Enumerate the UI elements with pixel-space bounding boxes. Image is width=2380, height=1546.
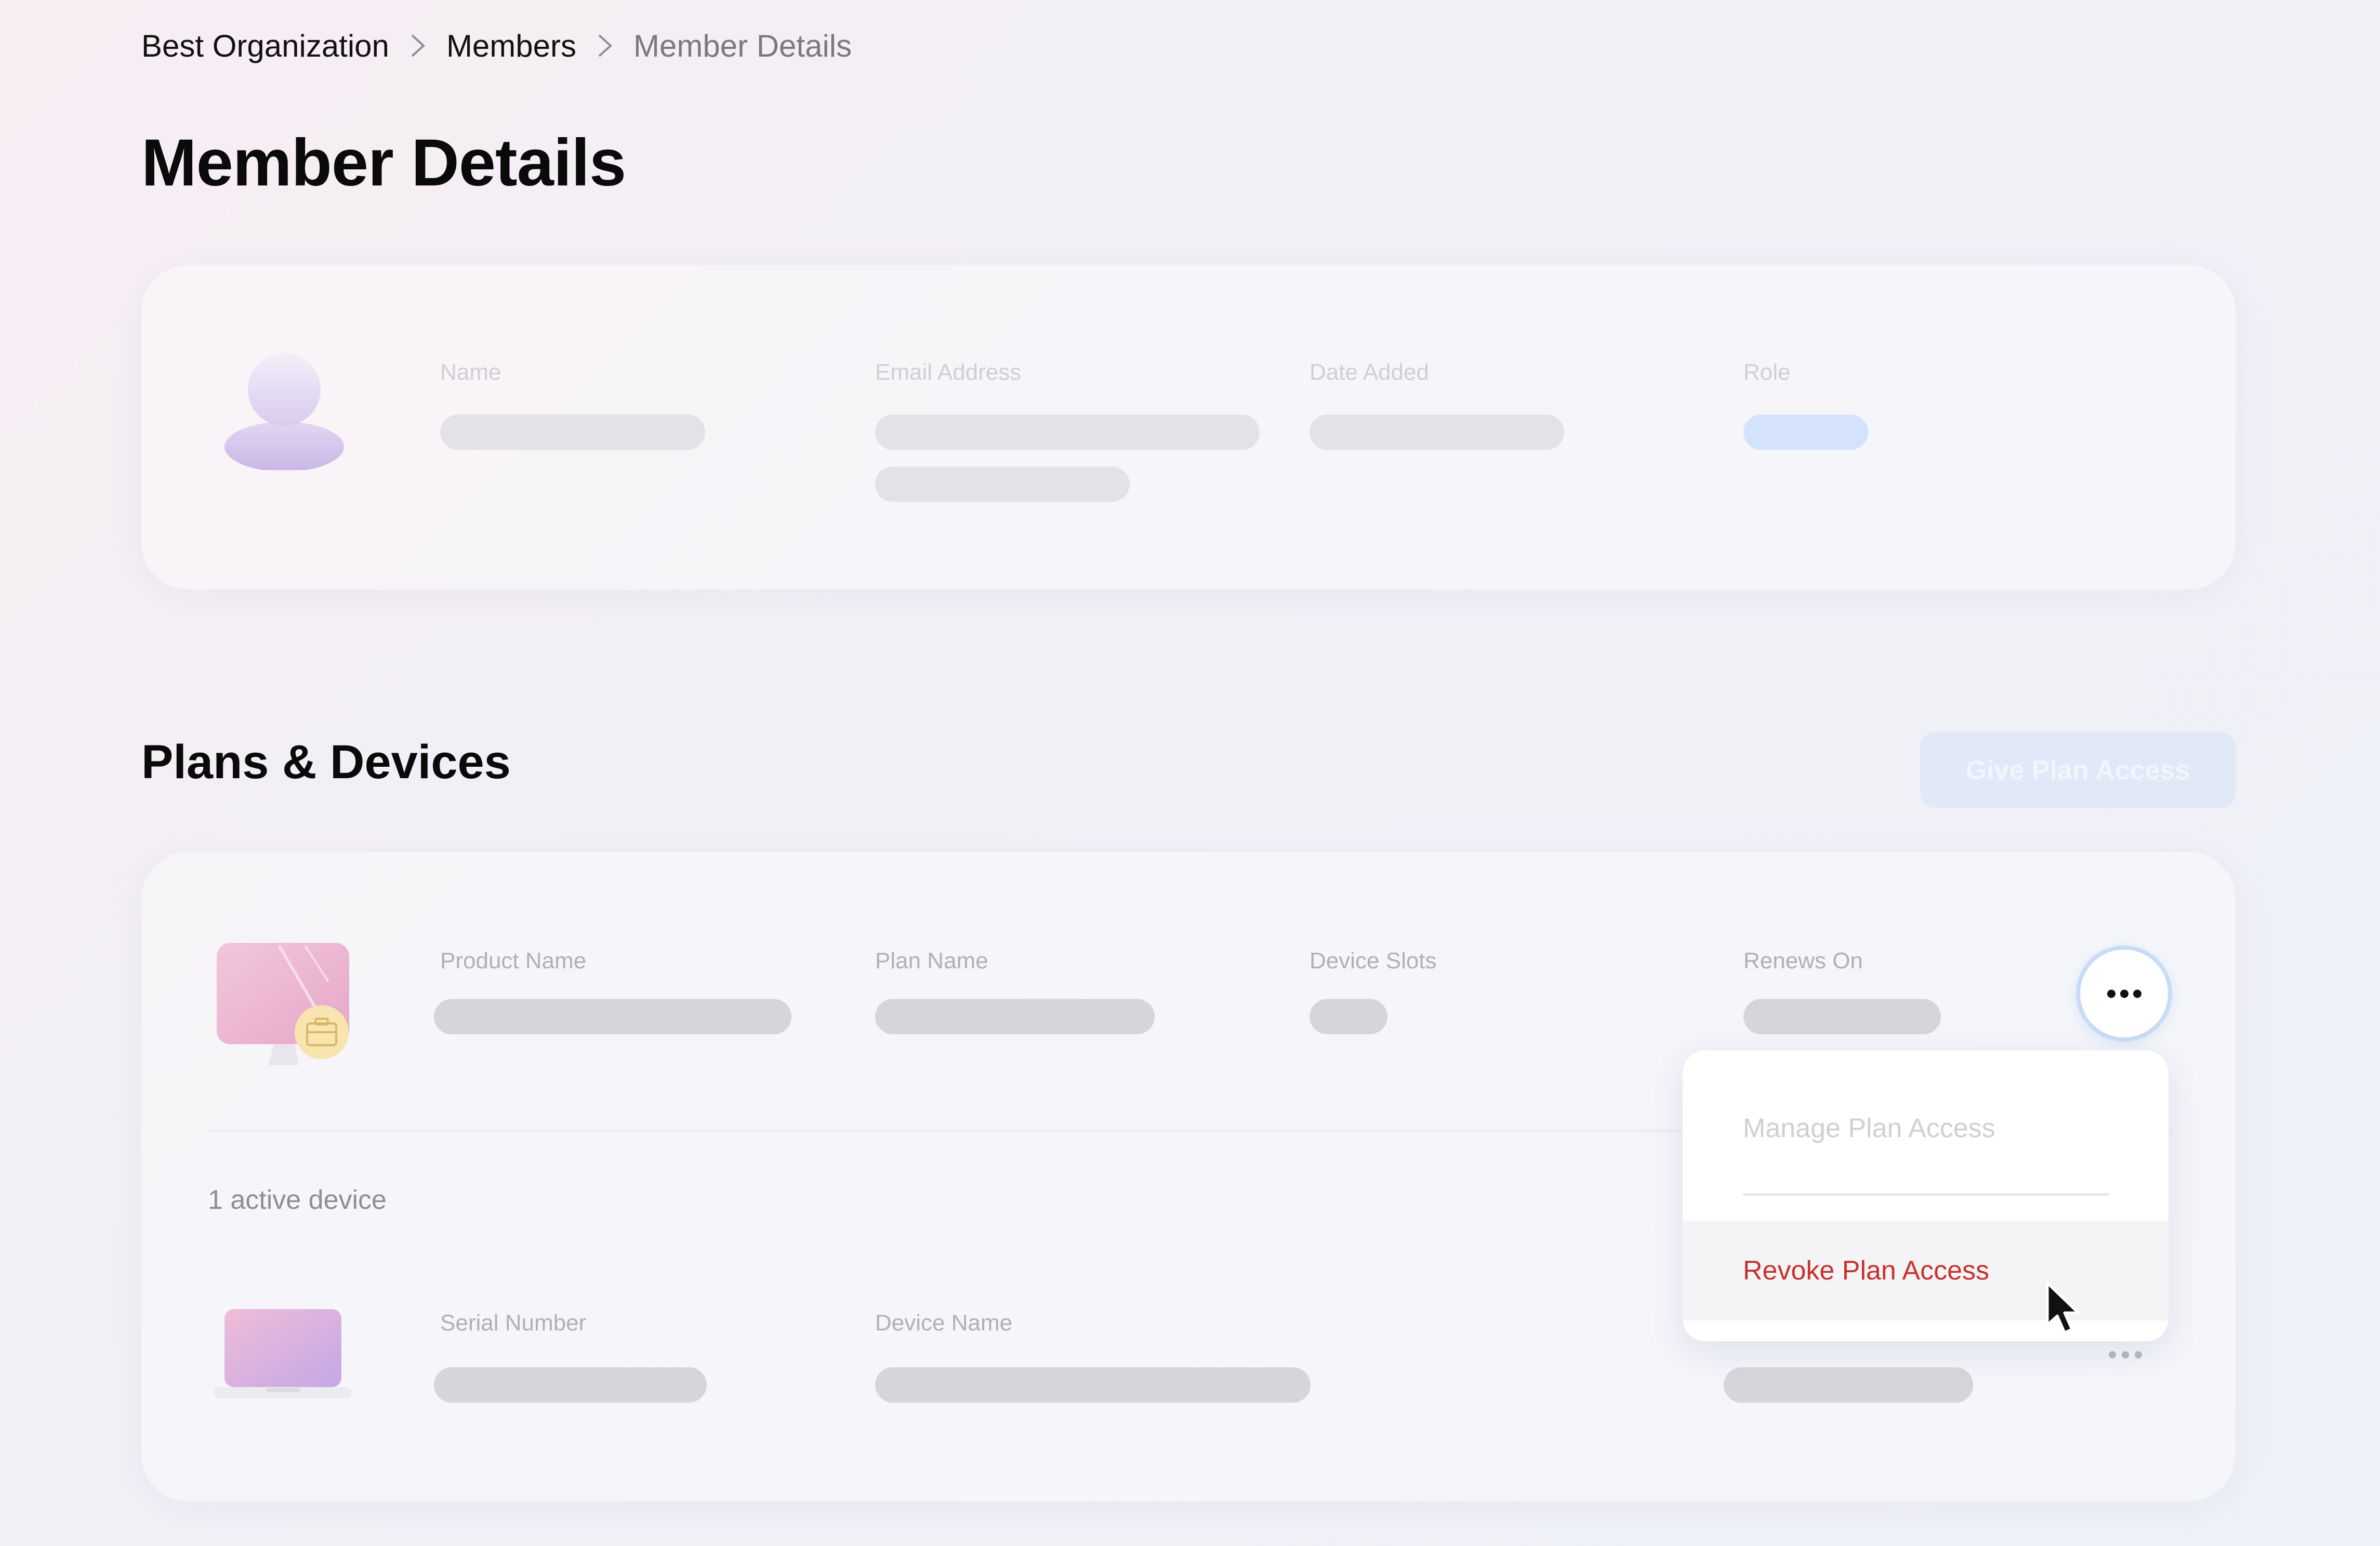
cursor-icon: [2046, 1282, 2080, 1334]
product-name-label: Product Name: [440, 948, 587, 974]
role-label: Role: [1743, 359, 1791, 385]
breadcrumb-item-members[interactable]: Members: [446, 28, 576, 64]
name-skeleton: [440, 415, 705, 450]
page-title: Member Details: [141, 126, 626, 200]
device-slots-skeleton: [1310, 999, 1387, 1034]
email-skeleton-secondary: [875, 467, 1130, 502]
device-extra-skeleton: [1724, 1367, 1973, 1403]
serial-number-label: Serial Number: [440, 1310, 587, 1336]
role-skeleton: [1743, 415, 1868, 450]
more-horizontal-icon: [2107, 989, 2141, 998]
device-more-button[interactable]: [2105, 1345, 2146, 1364]
breadcrumb-item-current: Member Details: [633, 28, 852, 63]
menu-item-label: Revoke Plan Access: [1743, 1256, 1990, 1286]
email-label: Email Address: [875, 359, 1022, 385]
chevron-right-icon: [576, 30, 633, 61]
device-slots-label: Device Slots: [1310, 948, 1437, 974]
renews-on-label: Renews On: [1743, 948, 1863, 974]
laptop-icon: [214, 1309, 352, 1398]
briefcase-icon: [295, 1005, 349, 1059]
menu-divider: [1743, 1193, 2109, 1196]
device-name-label: Device Name: [875, 1310, 1013, 1336]
active-devices-count: 1 active device: [208, 1185, 387, 1215]
menu-item-label: Manage Plan Access: [1743, 1113, 1995, 1143]
breadcrumb: Best Organization Members Member Details: [141, 25, 852, 66]
plan-name-label: Plan Name: [875, 948, 988, 974]
name-label: Name: [440, 359, 501, 385]
plan-name-skeleton: [875, 999, 1155, 1034]
chevron-right-icon: [389, 30, 446, 61]
product-name-skeleton: [434, 999, 791, 1034]
serial-number-skeleton: [434, 1367, 707, 1403]
renews-on-skeleton: [1743, 999, 1941, 1034]
email-skeleton: [875, 415, 1260, 450]
date-added-skeleton: [1310, 415, 1564, 450]
more-horizontal-icon: [2109, 1351, 2142, 1358]
device-name-skeleton: [875, 1367, 1311, 1403]
plan-more-button[interactable]: [2076, 945, 2172, 1042]
give-plan-access-button[interactable]: Give Plan Access: [1920, 732, 2236, 808]
menu-item-revoke-plan-access[interactable]: Revoke Plan Access: [1683, 1221, 2169, 1321]
breadcrumb-item-organization[interactable]: Best Organization: [141, 28, 389, 64]
plan-actions-menu: Manage Plan Access Revoke Plan Access: [1683, 1050, 2169, 1341]
menu-item-manage-plan-access[interactable]: Manage Plan Access: [1683, 1071, 2169, 1185]
avatar-placeholder-icon: [224, 353, 344, 470]
member-card: Name Email Address Date Added Role: [141, 265, 2236, 590]
date-added-label: Date Added: [1310, 359, 1429, 385]
section-title-plans-devices: Plans & Devices: [141, 736, 511, 789]
